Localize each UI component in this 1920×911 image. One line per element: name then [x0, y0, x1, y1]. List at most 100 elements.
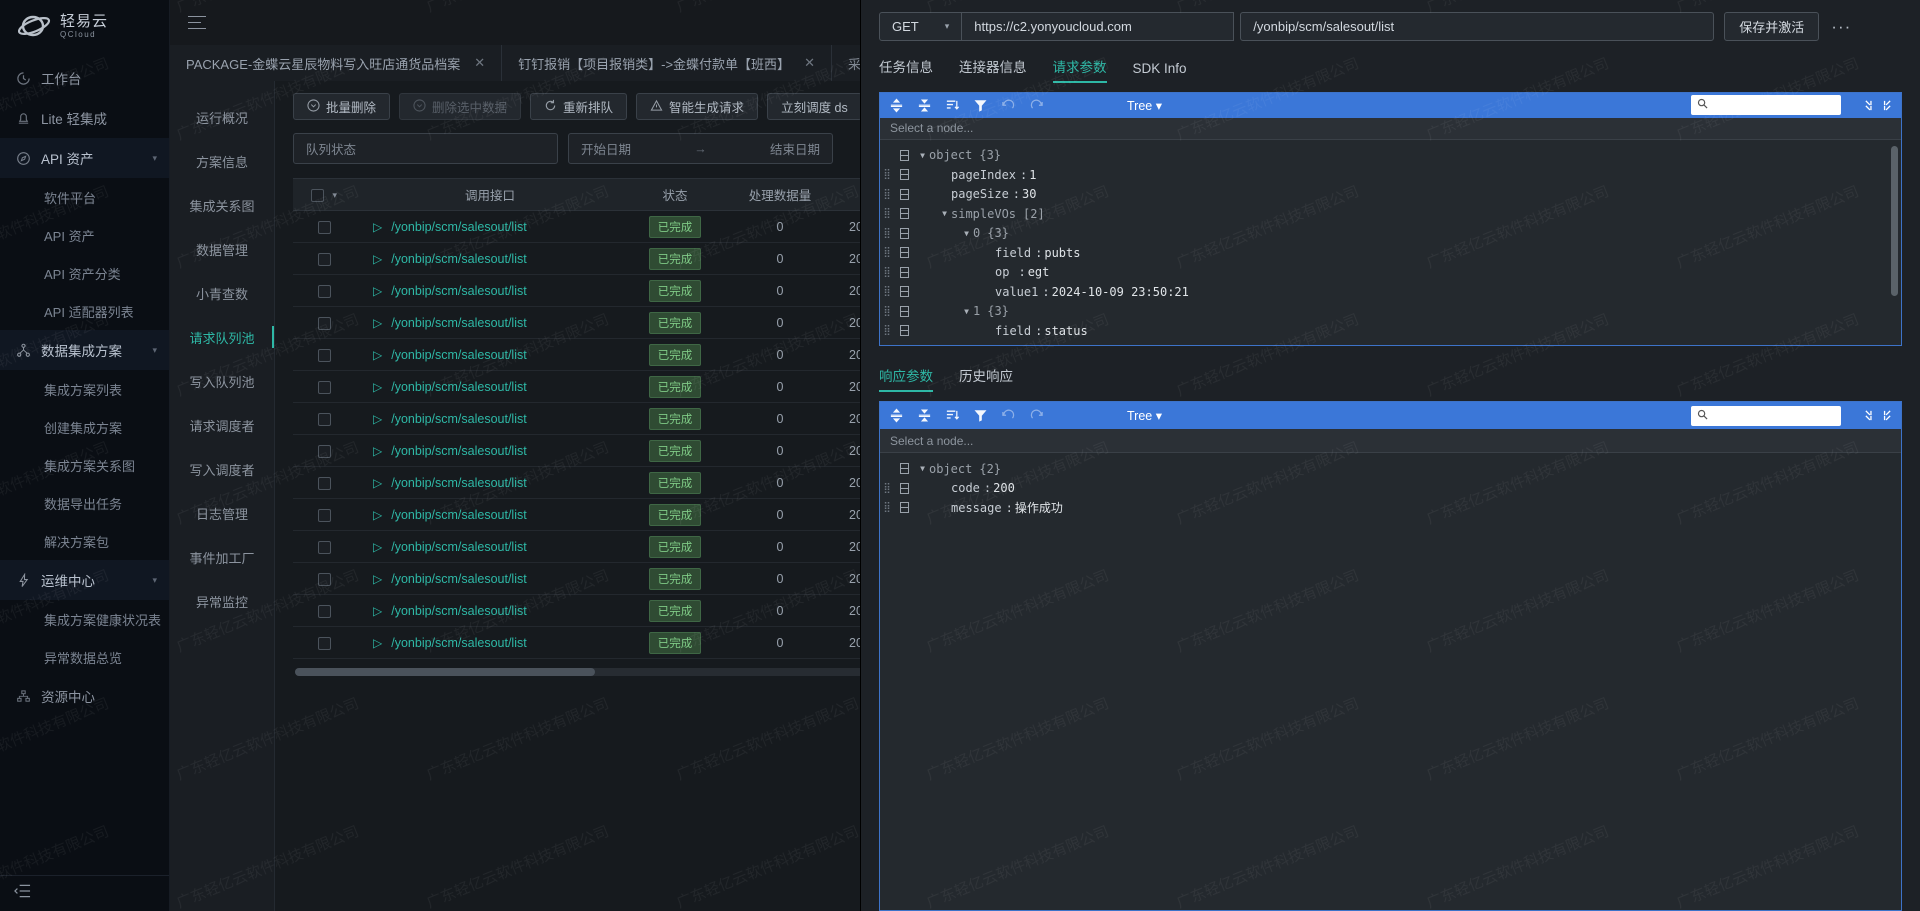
close-icon[interactable]: ✕ [804, 55, 815, 71]
table-horizontal-scrollbar[interactable] [295, 668, 915, 676]
tab-response-params[interactable]: 响应参数 [879, 365, 933, 392]
delete-selected-button[interactable]: 删除选中数据 [399, 93, 522, 120]
sidebar-item-software-platform[interactable]: 软件平台 [0, 178, 169, 216]
response-tree-body[interactable]: ▼object{2}⣿▼code:200⣿▼message:操作成功 [880, 453, 1901, 522]
collapse-all-icon[interactable] [917, 98, 932, 113]
response-editor-mode-select[interactable]: Tree ▾ [1127, 408, 1162, 423]
row-checkbox-cell[interactable] [293, 498, 355, 531]
json-tree-row[interactable]: ⣿ ▼field:status [880, 321, 1901, 341]
tab-package-kingdee[interactable]: PACKAGE-金蝶云星辰物料写入旺店通货品档案 ✕ [170, 45, 503, 81]
batch-delete-button[interactable]: 批量删除 [293, 93, 391, 120]
api-link[interactable]: /yonbip/scm/salesout/list [391, 220, 526, 234]
search-nav-icons[interactable] [1864, 99, 1892, 112]
sidebar-collapse-button[interactable] [0, 875, 169, 911]
submenu-item-exception-monitor[interactable]: 异常监控 [170, 579, 274, 623]
undo-icon[interactable] [1001, 408, 1016, 423]
queue-status-select[interactable]: 队列状态 [293, 133, 558, 164]
request-node-path[interactable]: Select a node... [880, 117, 1901, 140]
json-key[interactable]: op [995, 343, 1009, 345]
sidebar-item-scheme-graph[interactable]: 集成方案关系图 [0, 446, 169, 484]
tab-request-params[interactable]: 请求参数 [1052, 56, 1107, 83]
api-link[interactable]: /yonbip/scm/salesout/list [391, 380, 526, 394]
expand-all-icon[interactable] [889, 408, 904, 423]
node-menu-icon[interactable] [900, 286, 909, 298]
drag-handle-icon[interactable]: ⣿ [880, 502, 894, 513]
json-value[interactable]: 1 [1029, 168, 1036, 182]
sort-icon[interactable] [945, 408, 960, 423]
json-value[interactable]: status [1044, 324, 1087, 338]
editor-search-input[interactable] [1691, 95, 1841, 116]
tab-task-info[interactable]: 任务信息 [879, 56, 933, 83]
sidebar-item-api-assets[interactable]: API 资产 ▾ [0, 138, 169, 178]
submenu-item-event-factory[interactable]: 事件加工厂 [170, 535, 274, 579]
drag-handle-icon[interactable]: ⣿ [880, 325, 894, 336]
api-link[interactable]: /yonbip/scm/salesout/list [391, 316, 526, 330]
drag-handle-icon[interactable]: ⣿ [880, 228, 894, 239]
filter-icon[interactable] [973, 408, 988, 423]
row-checkbox[interactable] [317, 604, 331, 618]
json-key[interactable]: pageIndex [951, 168, 1016, 182]
row-checkbox[interactable] [317, 508, 331, 522]
row-checkbox-cell[interactable] [293, 210, 355, 243]
node-menu-icon[interactable] [900, 325, 909, 337]
node-menu-icon[interactable] [900, 227, 909, 239]
filter-icon[interactable] [973, 98, 988, 113]
smart-generate-request-button[interactable]: 智能生成请求 [636, 93, 759, 120]
sidebar-item-api-asset[interactable]: API 资产 [0, 216, 169, 254]
json-key[interactable]: field [995, 324, 1031, 338]
node-menu-icon[interactable] [900, 482, 909, 494]
sidebar-item-data-integration[interactable]: 数据集成方案 ▾ [0, 330, 169, 370]
row-checkbox[interactable] [317, 476, 331, 490]
logo[interactable]: 轻易云 QCloud [0, 0, 169, 52]
json-key[interactable]: field [995, 246, 1031, 260]
requeue-button[interactable]: 重新排队 [530, 93, 628, 120]
sidebar-item-export-task[interactable]: 数据导出任务 [0, 484, 169, 522]
row-checkbox[interactable] [317, 348, 331, 362]
json-key[interactable]: value1 [995, 285, 1038, 299]
submenu-item-write-queue-pool[interactable]: 写入队列池 [170, 359, 274, 403]
submenu-item-request-scheduler[interactable]: 请求调度者 [170, 403, 274, 447]
api-link[interactable]: /yonbip/scm/salesout/list [391, 540, 526, 554]
node-menu-icon[interactable] [900, 149, 909, 161]
schedule-now-button[interactable]: 立刻调度 ds [767, 93, 862, 120]
expand-toggle-icon[interactable]: ▼ [960, 229, 973, 238]
save-and-activate-button[interactable]: 保存并激活 [1724, 12, 1820, 41]
node-menu-icon[interactable] [900, 305, 909, 317]
row-checkbox-cell[interactable] [293, 562, 355, 595]
response-node-path[interactable]: Select a node... [880, 429, 1901, 453]
api-link[interactable]: /yonbip/scm/salesout/list [391, 636, 526, 650]
json-key[interactable]: op [995, 265, 1009, 279]
json-value[interactable]: 操作成功 [1015, 499, 1063, 516]
json-tree-row[interactable]: ⣿ ▼pageIndex:1 [880, 165, 1901, 185]
expand-toggle-icon[interactable]: ▼ [916, 464, 929, 473]
node-menu-icon[interactable] [900, 188, 909, 200]
json-value[interactable]: 200 [993, 481, 1015, 495]
json-value[interactable]: 30 [1022, 187, 1036, 201]
api-link[interactable]: /yonbip/scm/salesout/list [391, 508, 526, 522]
tab-sdk-info[interactable]: SDK Info [1133, 61, 1187, 83]
sidebar-item-ops-center[interactable]: 运维中心 ▾ [0, 560, 169, 600]
row-checkbox-cell[interactable] [293, 370, 355, 403]
drag-handle-icon[interactable]: ⣿ [880, 286, 894, 297]
drag-handle-icon[interactable]: ⣿ [880, 189, 894, 200]
row-checkbox[interactable] [317, 572, 331, 586]
row-checkbox-cell[interactable] [293, 434, 355, 467]
select-all-checkbox[interactable] [310, 188, 324, 202]
search-nav-icons[interactable] [1864, 409, 1892, 422]
row-checkbox-cell[interactable] [293, 530, 355, 563]
drag-handle-icon[interactable]: ⣿ [880, 208, 894, 219]
json-tree-row[interactable]: ⣿ ▼value1:2024-10-09 23:50:21 [880, 282, 1901, 302]
api-link[interactable]: /yonbip/scm/salesout/list [391, 572, 526, 586]
submenu-item-request-queue-pool[interactable]: 请求队列池 [170, 315, 274, 359]
row-checkbox-cell[interactable] [293, 466, 355, 499]
api-link[interactable]: /yonbip/scm/salesout/list [391, 412, 526, 426]
sidebar-item-api-category[interactable]: API 资产分类 [0, 254, 169, 292]
sort-icon[interactable] [945, 98, 960, 113]
submenu-item-relation-graph[interactable]: 集成关系图 [170, 183, 274, 227]
api-link[interactable]: /yonbip/scm/salesout/list [391, 348, 526, 362]
row-checkbox[interactable] [317, 220, 331, 234]
sidebar-item-scheme-health[interactable]: 集成方案健康状况表 [0, 600, 169, 638]
row-checkbox[interactable] [317, 380, 331, 394]
json-value[interactable]: egt [1028, 265, 1050, 279]
tab-dingtalk-reimburse[interactable]: 钉钉报销【项目报销类】->金蝶付款单【班西】 ✕ [502, 45, 832, 81]
